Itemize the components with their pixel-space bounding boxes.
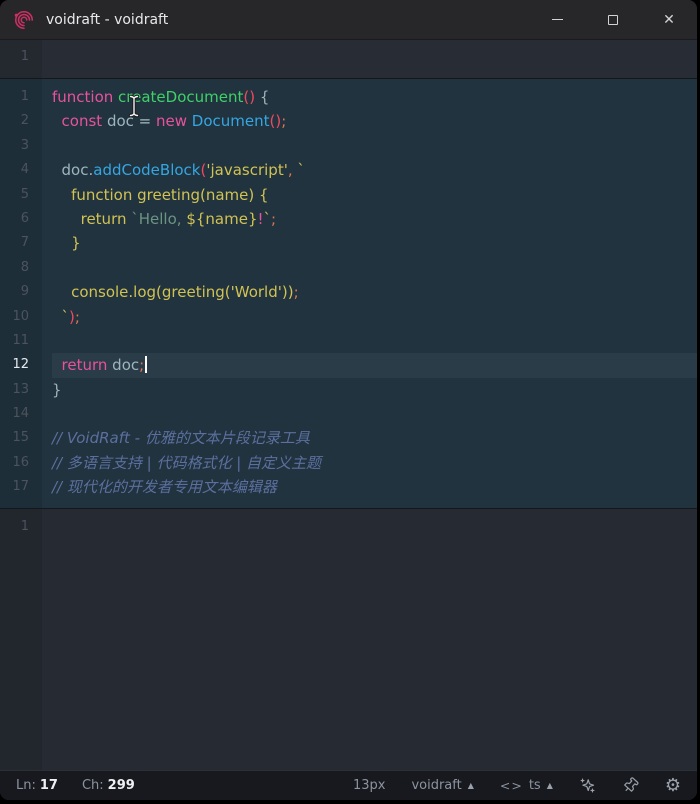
code-line[interactable] [52,515,697,539]
code-line[interactable]: `); [52,305,697,329]
code-line[interactable] [52,45,697,69]
code-brackets-icon: <> [500,778,523,793]
code-block-main[interactable]: 1234567891011121314151617function create… [0,78,697,509]
code-line[interactable]: return doc; [52,353,697,377]
code-line[interactable]: // 多语言支持 | 代码格式化 | 自定义主题 [52,451,697,475]
title-bar: voidraft - voidraft ✕ [0,0,697,40]
voidraft-logo-icon [13,9,35,31]
minimize-button[interactable] [529,0,585,39]
code-block-empty-bottom[interactable]: 1 [0,509,697,770]
line-number-gutter: 1234567891011121314151617 [0,79,42,508]
code-content[interactable]: function createDocument() { const doc = … [42,85,697,500]
code-line[interactable]: // 现代化的开发者专用文本编辑器 [52,475,697,499]
code-line[interactable]: doc.addCodeBlock('javascript', ` [52,158,697,182]
sparkles-icon [579,777,596,794]
chevron-up-icon: ▲ [547,781,553,790]
window-title: voidraft - voidraft [46,12,168,28]
cursor-line-indicator: Ln:17 [16,778,58,793]
line-number-gutter: 1 [0,509,42,770]
code-line[interactable] [52,329,697,353]
code-line[interactable]: function createDocument() { [52,85,697,109]
font-size-control[interactable]: 13px [353,778,386,793]
pin-icon [618,773,642,797]
gear-icon: ⚙ [665,777,681,795]
code-line[interactable]: console.log(greeting('World')); [52,280,697,304]
editor-area[interactable]: 1 1234567891011121314151617function crea… [0,40,697,770]
chevron-up-icon: ▲ [468,781,474,790]
close-icon: ✕ [663,13,675,27]
code-line[interactable] [52,134,697,158]
code-line[interactable]: } [52,231,697,255]
text-caret [145,356,147,373]
code-line[interactable]: // VoidRaft - 优雅的文本片段记录工具 [52,426,697,450]
code-content[interactable] [42,515,697,770]
code-line[interactable]: function greeting(name) { [52,183,697,207]
code-line[interactable]: return `Hello, ${name}!`; [52,207,697,231]
maximize-button[interactable] [585,0,641,39]
code-line[interactable] [52,402,697,426]
document-selector[interactable]: voidraft ▲ [411,778,473,793]
maximize-icon [608,15,618,25]
pin-button[interactable] [622,777,639,794]
code-block-empty-top[interactable]: 1 [0,40,697,78]
language-selector[interactable]: <> ts ▲ [500,778,553,793]
code-line[interactable] [52,256,697,280]
format-button[interactable] [579,777,596,794]
close-button[interactable]: ✕ [641,0,697,39]
char-count-indicator: Ch:299 [82,778,135,793]
settings-button[interactable]: ⚙ [665,777,681,795]
minimize-icon [552,19,563,20]
app-window: voidraft - voidraft ✕ 1 1234567891011121… [0,0,697,800]
code-content[interactable] [42,45,697,78]
line-number-gutter: 1 [0,40,42,78]
status-bar: Ln:17 Ch:299 13px voidraft ▲ <> ts ▲ [0,770,697,800]
code-line[interactable]: } [52,378,697,402]
code-line[interactable]: const doc = new Document(); [52,109,697,133]
